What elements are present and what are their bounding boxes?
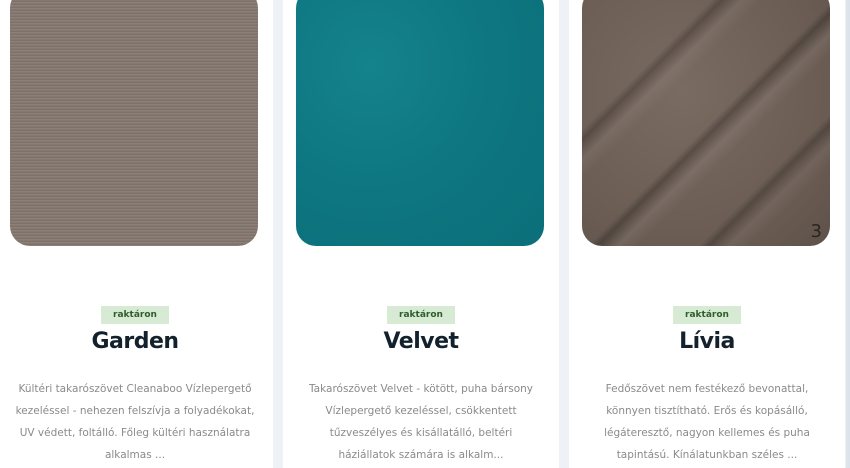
product-title[interactable]: Garden (0, 329, 273, 354)
stock-badge: raktáron (387, 306, 455, 324)
product-title[interactable]: Velvet (283, 329, 559, 354)
product-title[interactable]: Lívia (569, 329, 845, 354)
product-card-garden[interactable]: raktáron Garden Kültéri takarószövet Cle… (0, 0, 273, 468)
product-card-velvet[interactable]: raktáron Velvet Takarószövet Velvet - kö… (283, 0, 559, 468)
image-count-label: 3 (810, 221, 822, 242)
product-description: Takarószövet Velvet - kötött, puha bárso… (309, 383, 533, 461)
product-card-livia[interactable]: 3 raktáron Lívia Fedőszövet nem festékez… (569, 0, 845, 468)
product-image-garden[interactable] (10, 0, 258, 246)
product-description: Kültéri takarószövet Cleanaboo Vízleperg… (15, 383, 255, 461)
stock-badge: raktáron (101, 306, 169, 324)
stock-badge: raktáron (673, 306, 741, 324)
product-description: Fedőszövet nem festékező bevonattal, kön… (604, 383, 810, 461)
scroll-edge-divider (846, 0, 850, 468)
product-image-livia[interactable]: 3 (582, 0, 830, 246)
product-image-velvet[interactable] (296, 0, 544, 246)
